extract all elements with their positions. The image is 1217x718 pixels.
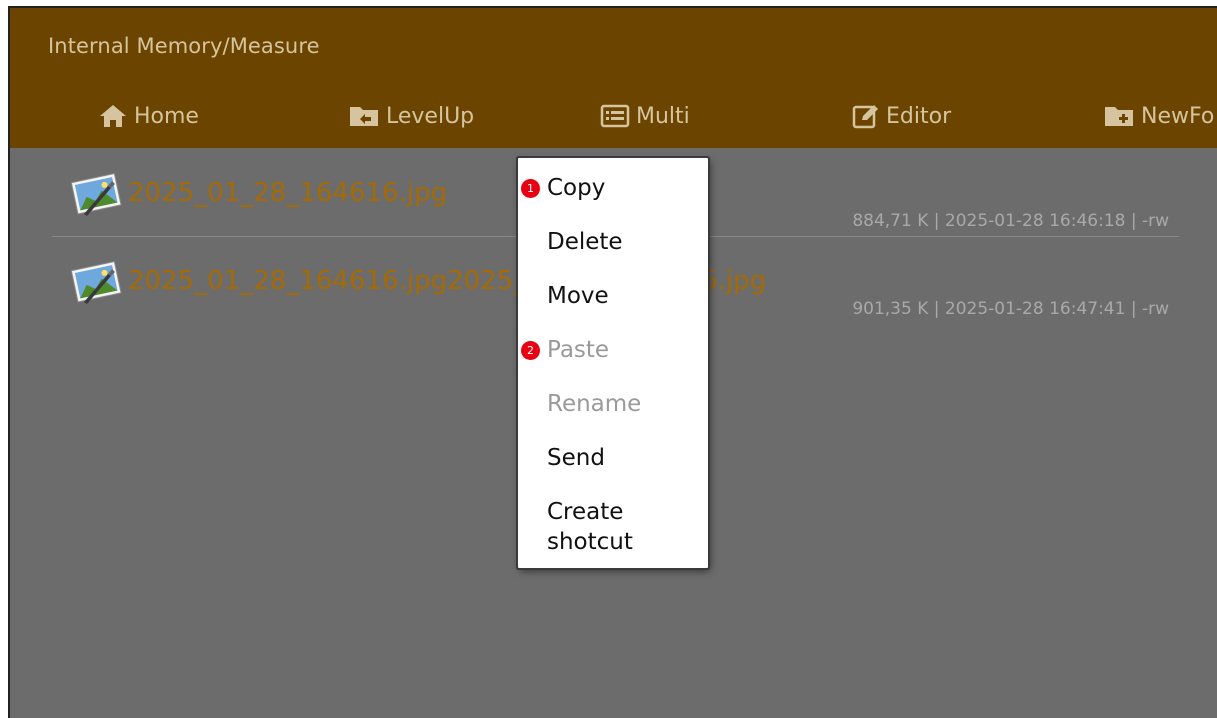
menu-item-label: Paste (547, 337, 610, 363)
new-folder-button[interactable]: NewFo (1103, 96, 1214, 136)
image-file-icon (70, 260, 122, 304)
multi-label: Multi (636, 103, 690, 129)
file-name: 2025_01_28_164616.jpg (128, 178, 448, 208)
folder-up-icon (350, 107, 378, 126)
toolbar: Home LevelUp Multi Editor NewFo (10, 96, 1217, 136)
menu-item-label: Send (547, 445, 605, 471)
menu-item-label: Delete (547, 229, 623, 255)
edit-icon (852, 105, 878, 129)
step-badge-2: 2 (521, 341, 540, 360)
menu-item-label: Create (547, 499, 624, 525)
menu-item-label-line2: shotcut (547, 529, 633, 555)
menu-item-label: Rename (547, 391, 642, 417)
menu-item-create-shortcut[interactable]: Create shotcut (518, 498, 708, 558)
image-file-icon (70, 172, 122, 216)
menu-item-label: Copy (547, 175, 606, 201)
new-folder-label: NewFo (1141, 103, 1215, 129)
levelup-button[interactable]: LevelUp (348, 96, 474, 136)
app-window: Internal Memory/Measure Home LevelUp Mul… (8, 6, 1217, 718)
levelup-label: LevelUp (386, 103, 475, 129)
home-label: Home (134, 103, 199, 129)
multi-button[interactable]: Multi (600, 96, 690, 136)
file-meta: 884,71 K | 2025-01-28 16:46:18 | -rw (852, 211, 1169, 231)
current-path-title: Internal Memory/Measure (48, 34, 320, 58)
multi-select-icon (600, 104, 630, 128)
context-menu: 1 Copy Delete Move 2 Paste Rename Send C… (518, 158, 708, 568)
file-meta: 901,35 K | 2025-01-28 16:47:41 | -rw (852, 299, 1169, 319)
editor-label: Editor (886, 103, 952, 129)
home-button[interactable]: Home (98, 96, 199, 136)
folder-add-icon (1105, 107, 1133, 126)
step-badge-1: 1 (521, 179, 540, 198)
editor-button[interactable]: Editor (852, 96, 951, 136)
top-app-bar: Internal Memory/Measure Home LevelUp Mul… (10, 8, 1217, 148)
home-icon (100, 105, 126, 127)
menu-item-label: Move (547, 283, 609, 309)
